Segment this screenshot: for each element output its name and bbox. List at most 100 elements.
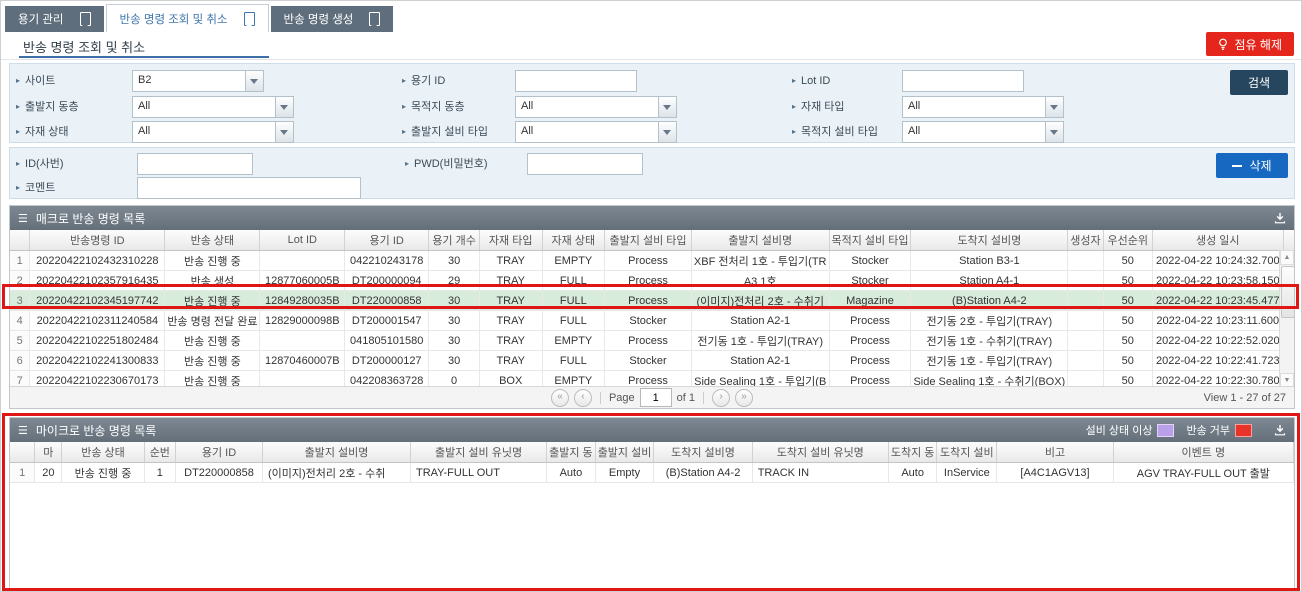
table-cell: InService <box>937 463 997 483</box>
site-select[interactable]: B2 <box>132 70 264 92</box>
column-header[interactable] <box>10 230 30 251</box>
table-cell: 12870460007B <box>260 351 345 371</box>
dest-equip-type-label: 목적지 설비 타입 <box>792 124 878 140</box>
lot-id-label: Lot ID <box>792 73 830 89</box>
column-header[interactable]: 비고 <box>997 442 1113 463</box>
menu-icon[interactable] <box>18 211 28 225</box>
chevron-down-icon[interactable] <box>275 122 293 142</box>
column-header[interactable]: Lot ID <box>260 230 345 251</box>
bookmark-icon[interactable] <box>369 12 380 26</box>
column-header[interactable]: 출발지 설비 타입 <box>605 230 692 251</box>
table-cell: A3 1호 <box>691 271 829 291</box>
table-row[interactable]: 620220422102241300833반송 진행 중12870460007B… <box>10 351 1294 371</box>
table-row[interactable]: 420220422102311240584반송 명령 전달 완료12829000… <box>10 311 1294 331</box>
column-header[interactable]: 도착지 설비명 <box>654 442 752 463</box>
comment-input[interactable] <box>137 177 361 199</box>
column-header[interactable]: 용기 ID <box>176 442 263 463</box>
column-header[interactable]: 도착지 설비 유닛명 <box>752 442 888 463</box>
page-number-input[interactable] <box>640 388 672 407</box>
table-cell: Empty <box>595 463 654 483</box>
header-divider <box>1 59 1301 60</box>
column-header[interactable]: 반송명령 ID <box>30 230 165 251</box>
chevron-down-icon[interactable] <box>1045 97 1063 117</box>
micro-grid-title: 마이크로 반송 명령 목록 <box>36 422 156 439</box>
table-cell: TRAY <box>479 291 542 311</box>
chevron-down-icon[interactable] <box>245 71 263 91</box>
menu-icon[interactable] <box>18 423 28 437</box>
chevron-down-icon[interactable] <box>1045 122 1063 142</box>
column-header[interactable]: 순번 <box>144 442 175 463</box>
column-header[interactable]: 출발지 설비 <box>595 442 654 463</box>
scroll-up-icon[interactable] <box>1280 250 1294 265</box>
table-row[interactable]: 320220422102345197742반송 진행 중12849280035B… <box>10 291 1294 311</box>
column-header[interactable]: 출발지 설비명 <box>262 442 410 463</box>
column-header[interactable]: 우선순위 <box>1103 230 1152 251</box>
chevron-down-icon[interactable] <box>275 97 293 117</box>
table-cell <box>1068 351 1103 371</box>
download-icon[interactable] <box>1274 424 1286 436</box>
column-header[interactable]: 출발지 동 <box>547 442 596 463</box>
table-row[interactable]: 220220422102357916435반송 생성12877060005BDT… <box>10 271 1294 291</box>
dest-floor-select[interactable]: All <box>515 96 677 118</box>
column-header[interactable] <box>10 442 35 463</box>
container-id-input[interactable] <box>515 70 637 92</box>
column-header[interactable]: 마 <box>35 442 62 463</box>
bookmark-icon[interactable] <box>80 12 91 26</box>
scrollbar-thumb[interactable] <box>1281 266 1295 318</box>
material-type-select[interactable]: All <box>902 96 1064 118</box>
dest-equip-type-select[interactable]: All <box>902 121 1064 143</box>
release-occupation-button[interactable]: 점유 해제 <box>1206 32 1295 56</box>
download-icon[interactable] <box>1274 212 1286 224</box>
table-cell <box>260 331 345 351</box>
tab-transport-command-create[interactable]: 반송 명령 생성 <box>271 6 394 32</box>
column-header[interactable]: 목적지 설비 타입 <box>829 230 911 251</box>
app-window: 용기 관리반송 명령 조회 및 취소반송 명령 생성 반송 명령 조회 및 취소… <box>0 0 1302 592</box>
tab-transport-command-query-cancel[interactable]: 반송 명령 조회 및 취소 <box>106 4 269 32</box>
column-header[interactable]: 용기 개수 <box>429 230 480 251</box>
site-select-value: B2 <box>133 71 245 91</box>
tab-container-management[interactable]: 용기 관리 <box>5 6 104 32</box>
table-row[interactable]: 120220422102432310228반송 진행 중042210243178… <box>10 251 1294 271</box>
table-cell: 30 <box>429 291 480 311</box>
vertical-scrollbar[interactable] <box>1279 250 1294 388</box>
delete-button[interactable]: 삭제 <box>1216 153 1288 178</box>
macro-grid-title: 매크로 반송 명령 목록 <box>36 210 145 227</box>
table-cell: 전기동 1호 - 투입기(TRAY) <box>691 331 829 351</box>
micro-data-table: 마반송 상태순번용기 ID출발지 설비명출발지 설비 유닛명출발지 동출발지 설… <box>10 442 1294 483</box>
table-cell: 20 <box>35 463 62 483</box>
table-cell: 전기동 1호 - 투입기(TRAY) <box>911 351 1068 371</box>
column-header[interactable]: 출발지 설비 유닛명 <box>410 442 546 463</box>
material-state-select[interactable]: All <box>132 121 294 143</box>
table-cell: TRAY <box>479 311 542 331</box>
prev-page-button[interactable] <box>574 389 592 407</box>
column-header[interactable]: 도착지 동 <box>888 442 937 463</box>
first-page-button[interactable] <box>551 389 569 407</box>
column-header[interactable]: 생성자 <box>1068 230 1103 251</box>
column-header[interactable]: 용기 ID <box>345 230 429 251</box>
source-floor-select[interactable]: All <box>132 96 294 118</box>
last-page-button[interactable] <box>735 389 753 407</box>
bookmark-icon[interactable] <box>244 12 255 26</box>
chevron-down-icon[interactable] <box>658 97 676 117</box>
chevron-down-icon[interactable] <box>658 122 676 142</box>
search-button[interactable]: 검색 <box>1230 70 1288 95</box>
column-header[interactable]: 출발지 설비명 <box>691 230 829 251</box>
pwd-input[interactable] <box>527 153 643 175</box>
column-header[interactable]: 도착지 설비 <box>937 442 997 463</box>
column-header[interactable]: 도착지 설비명 <box>911 230 1068 251</box>
column-header[interactable]: 자재 상태 <box>542 230 605 251</box>
column-header[interactable]: 생성 일시 <box>1152 230 1283 251</box>
column-header[interactable]: 반송 상태 <box>165 230 260 251</box>
column-header[interactable]: 반송 상태 <box>62 442 144 463</box>
next-page-button[interactable] <box>712 389 730 407</box>
table-row[interactable]: 120반송 진행 중1DT220000858(이미지)전처리 2호 - 수취TR… <box>10 463 1294 483</box>
table-row[interactable]: 520220422102251802484반송 진행 중041805101580… <box>10 331 1294 351</box>
lot-id-input[interactable] <box>902 70 1024 92</box>
delete-button-label: 삭제 <box>1249 157 1271 174</box>
id-input[interactable] <box>137 153 253 175</box>
table-cell: [A4C1AGV13] <box>997 463 1113 483</box>
source-equip-type-select[interactable]: All <box>515 121 677 143</box>
column-header[interactable]: 자재 타입 <box>479 230 542 251</box>
table-cell: 반송 진행 중 <box>165 351 260 371</box>
column-header[interactable]: 이벤트 명 <box>1113 442 1293 463</box>
